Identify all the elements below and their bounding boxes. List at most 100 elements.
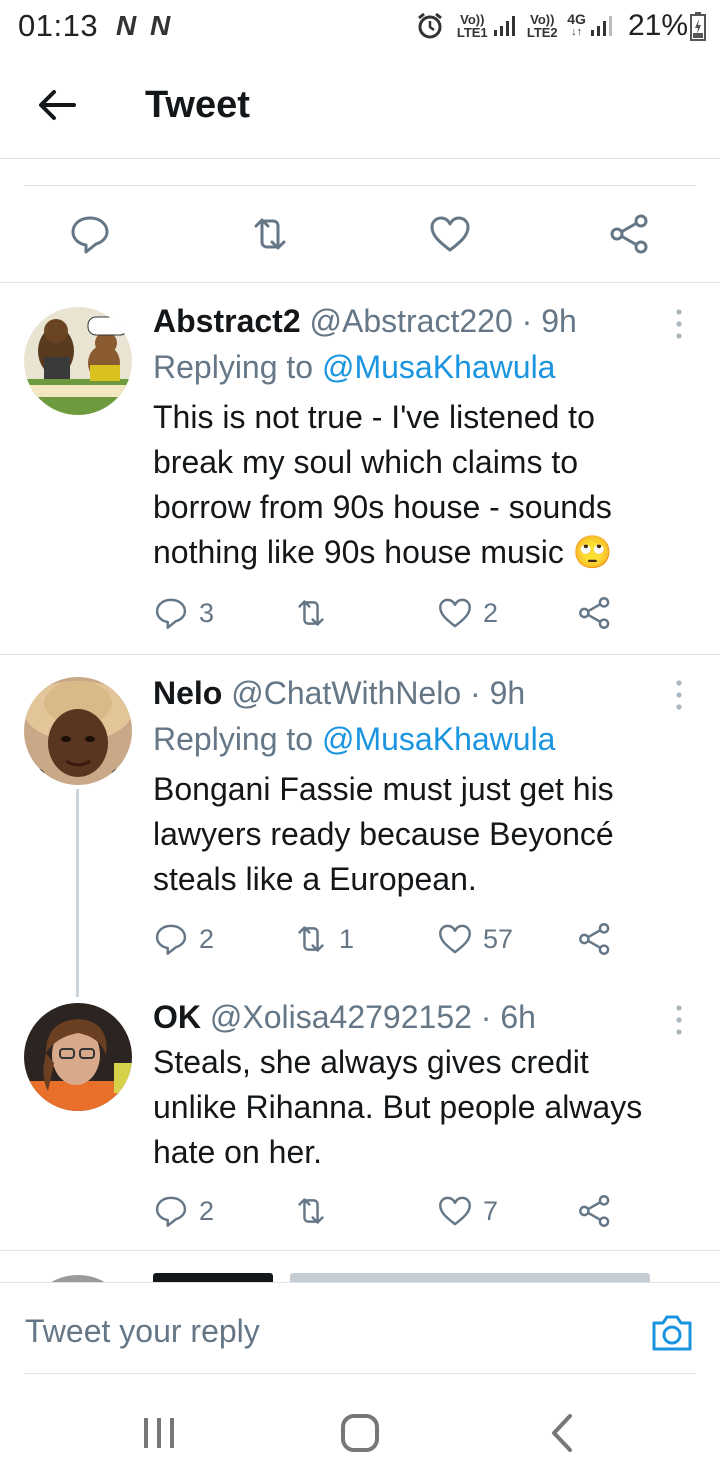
like-action[interactable]: 2 xyxy=(437,593,498,633)
main-tweet-actions xyxy=(0,190,720,282)
profile-photo-image xyxy=(24,1003,132,1111)
reply-action[interactable]: 2 xyxy=(153,919,214,959)
like-action[interactable]: 7 xyxy=(437,1191,498,1231)
display-name[interactable]: Abstract2 xyxy=(153,303,301,339)
handle-and-time: @Xolisa42792152 · 6h xyxy=(209,999,536,1035)
retweet-icon xyxy=(298,1198,324,1224)
page-title: Tweet xyxy=(145,84,250,126)
more-options-icon[interactable] xyxy=(668,307,690,341)
status-indicators: Vo)) LTE1 Vo)) LTE2 4G ↓↑ 21% xyxy=(415,6,706,46)
notification-n-icon: N xyxy=(116,10,137,41)
reply-tweet[interactable]: Abstract2 @Abstract220 · 9h Replying to … xyxy=(0,283,720,654)
tweet-actions: 2 1 57 xyxy=(153,919,623,959)
reply-input[interactable]: Tweet your reply xyxy=(25,1313,260,1350)
profile-photo-image xyxy=(24,677,132,785)
like-count: 57 xyxy=(483,923,514,954)
network-indicator: 4G ↓↑ xyxy=(567,11,586,39)
data-arrows-icon: ↓↑ xyxy=(571,26,583,38)
share-icon xyxy=(579,1195,610,1227)
camera-icon[interactable] xyxy=(650,1313,694,1353)
replying-to: Replying to @MusaKhawula xyxy=(153,721,555,758)
like-heart-icon[interactable] xyxy=(428,212,472,256)
reply-icon xyxy=(155,1196,187,1227)
tweet-header: OK @Xolisa42792152 · 6h xyxy=(153,999,536,1036)
tweet-text: This is not true - I've listened to brea… xyxy=(153,399,613,570)
reply-action[interactable]: 3 xyxy=(153,593,214,633)
reply-count: 3 xyxy=(199,597,215,628)
share-action[interactable] xyxy=(577,1191,613,1231)
retweet-action[interactable] xyxy=(293,593,339,633)
share-action[interactable] xyxy=(577,593,613,633)
retweet-icon xyxy=(298,926,324,952)
replying-to-label: Replying to xyxy=(153,349,322,385)
display-name[interactable]: Nelo xyxy=(153,675,222,711)
mention-link[interactable]: @MusaKhawula xyxy=(322,349,555,385)
reply-icon xyxy=(155,924,187,955)
reply-tweet[interactable]: OK @Xolisa42792152 · 6h Steals, she alwa… xyxy=(0,985,720,1250)
handle-and-time: @ChatWithNelo · 9h xyxy=(231,675,526,711)
retweet-icon xyxy=(298,600,324,626)
recent-apps-icon[interactable] xyxy=(134,1410,184,1456)
reply-tweet[interactable]: Nelo @ChatWithNelo · 9h Replying to @Mus… xyxy=(0,655,720,997)
share-icon xyxy=(579,597,610,629)
reply-icon xyxy=(155,598,187,629)
share-action[interactable] xyxy=(577,919,613,959)
back-arrow-icon[interactable] xyxy=(30,78,84,132)
more-options-icon[interactable] xyxy=(668,1003,690,1037)
app-header: Tweet xyxy=(0,60,720,160)
reply-underline xyxy=(24,1373,696,1374)
back-nav-icon[interactable] xyxy=(538,1410,588,1456)
handle-and-time: @Abstract220 · 9h xyxy=(309,303,577,339)
display-name[interactable]: OK xyxy=(153,999,201,1035)
status-bar: 01:13 N N Vo)) LTE1 Vo)) LTE2 4G ↓↑ 21% xyxy=(0,0,720,50)
sim2-label: Vo)) LTE2 xyxy=(526,12,558,40)
avatar[interactable] xyxy=(24,677,132,785)
sim2-indicator: Vo)) LTE2 xyxy=(525,13,559,39)
avatar[interactable] xyxy=(24,307,132,415)
reply-composer[interactable]: Tweet your reply xyxy=(0,1282,720,1374)
replying-to: Replying to @MusaKhawula xyxy=(153,349,555,386)
like-count: 7 xyxy=(483,1195,499,1226)
share-icon[interactable] xyxy=(608,212,652,256)
sim1-indicator: Vo)) LTE1 xyxy=(455,13,489,39)
header-divider xyxy=(0,158,720,159)
like-action[interactable]: 57 xyxy=(437,919,513,959)
partial-handle xyxy=(290,1273,650,1282)
retweet-count: 1 xyxy=(339,923,355,954)
thread-connector xyxy=(76,789,79,997)
retweet-action[interactable]: 1 xyxy=(293,919,354,959)
like-heart-icon xyxy=(439,924,471,954)
status-time: 01:13 xyxy=(18,8,99,43)
signal-icon xyxy=(590,16,612,36)
notification-n-icon: N xyxy=(150,10,171,41)
battery-percent: 21% xyxy=(627,9,688,42)
battery-charging-icon xyxy=(690,12,706,41)
avatar[interactable] xyxy=(24,1275,132,1282)
reply-count: 2 xyxy=(199,923,215,954)
system-nav-bar xyxy=(0,1390,720,1480)
like-count: 2 xyxy=(483,597,499,628)
avatar[interactable] xyxy=(24,1003,132,1111)
home-icon[interactable] xyxy=(335,1410,385,1456)
retweet-icon[interactable] xyxy=(248,212,292,256)
signal-icon xyxy=(494,16,516,36)
replying-to-label: Replying to xyxy=(153,721,322,757)
tweet-text: Steals, she always gives credit unlike R… xyxy=(153,1044,643,1170)
like-heart-icon xyxy=(439,598,471,628)
tweet-header: Nelo @ChatWithNelo · 9h xyxy=(153,675,525,712)
more-options-icon[interactable] xyxy=(668,678,690,712)
reply-count: 2 xyxy=(199,1195,215,1226)
mention-link[interactable]: @MusaKhawula xyxy=(322,721,555,757)
cartoon-avatar-image xyxy=(24,307,132,415)
network-type: 4G xyxy=(567,11,586,27)
tweet-actions: 3 2 xyxy=(153,593,623,633)
tweet-text: Bongani Fassie must just get his lawyers… xyxy=(153,771,614,897)
like-heart-icon xyxy=(439,1196,471,1226)
reply-tweet-partial[interactable] xyxy=(0,1251,720,1282)
reply-action[interactable]: 2 xyxy=(153,1191,214,1231)
reply-icon[interactable] xyxy=(68,212,112,256)
tweet-header: Abstract2 @Abstract220 · 9h xyxy=(153,303,577,340)
tweet-actions: 2 7 xyxy=(153,1191,623,1231)
retweet-action[interactable] xyxy=(293,1191,339,1231)
alarm-icon xyxy=(418,12,443,39)
